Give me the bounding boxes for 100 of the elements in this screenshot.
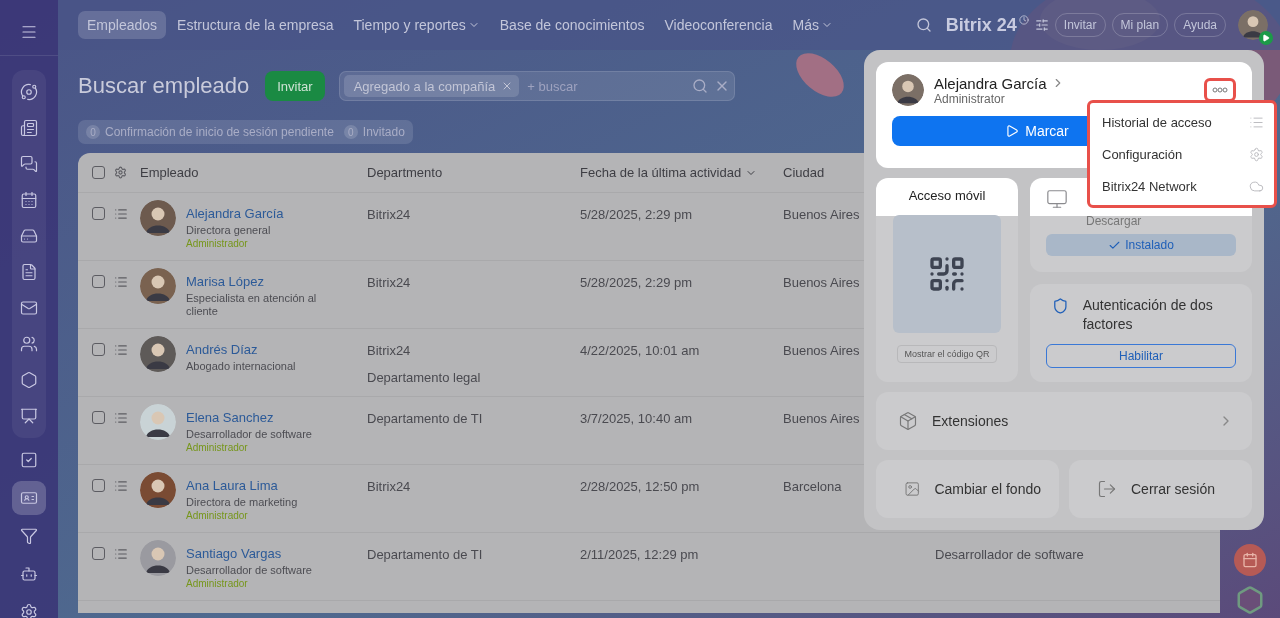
- job-title: Desarrollador de software: [186, 428, 312, 441]
- settings-icon[interactable]: [114, 166, 127, 179]
- search-icon[interactable]: [691, 78, 708, 94]
- table-cell: 4/22/2025, 10:01 am: [580, 343, 700, 358]
- drag-handle-icon[interactable]: [114, 479, 128, 493]
- orbit-icon: [20, 83, 38, 101]
- document-icon: [20, 263, 38, 281]
- table-cell: Buenos Aires: [783, 275, 860, 290]
- installed-button[interactable]: Instalado: [1046, 234, 1236, 256]
- settings-icon: [20, 603, 38, 618]
- employee-name[interactable]: Santiago Vargas: [186, 546, 312, 561]
- nav-tab[interactable]: Empleados: [78, 11, 167, 39]
- sliders-icon[interactable]: [1034, 18, 1049, 32]
- play-badge-icon: [1259, 31, 1273, 45]
- checkbox[interactable]: [92, 166, 105, 179]
- column-header[interactable]: Fecha de la última actividad: [580, 165, 783, 180]
- table-cell: 5/28/2025, 2:29 pm: [580, 275, 693, 290]
- employee-name[interactable]: Ana Laura Lima: [186, 478, 298, 493]
- column-header[interactable]: Empleado: [140, 165, 367, 180]
- bot-icon: [20, 565, 38, 583]
- avatar: [140, 200, 176, 236]
- funnel-icon: [20, 527, 38, 545]
- checkbox[interactable]: [92, 275, 105, 288]
- image-icon: [904, 479, 921, 499]
- search-icon[interactable]: [915, 17, 932, 33]
- shield-icon: [1052, 296, 1069, 316]
- clock-icon: [1018, 15, 1029, 25]
- table-cell: Desarrollador de software: [935, 547, 1084, 562]
- monitor-icon: [1046, 188, 1068, 210]
- table-cell: Buenos Aires: [783, 411, 860, 426]
- action-button[interactable]: Cerrar sesión: [1069, 460, 1252, 518]
- table-cell: Bitrix24: [367, 275, 411, 290]
- calendar-icon: [20, 191, 38, 209]
- checkbox[interactable]: [92, 547, 105, 560]
- employee-name[interactable]: Alejandra García: [186, 206, 284, 221]
- drive-icon: [20, 227, 38, 245]
- table-cell: Barcelona: [783, 479, 842, 494]
- role-label: Administrador: [186, 578, 249, 589]
- employee-name[interactable]: Elena Sanchez: [186, 410, 312, 425]
- nav-tab[interactable]: Más: [783, 11, 842, 39]
- chat-icon: [20, 155, 38, 173]
- card-title: Acceso móvil: [907, 188, 987, 203]
- job-title: Directora general: [186, 224, 272, 237]
- table-cell: Departamento de TI: [367, 411, 483, 426]
- table-cell: 2/28/2025, 12:50 pm: [580, 479, 700, 494]
- user-avatar: [1238, 10, 1268, 40]
- checkbox[interactable]: [92, 479, 105, 492]
- role-label: Administrador: [186, 510, 249, 521]
- job-title: Desarrollador de software: [186, 564, 312, 577]
- nav-tab[interactable]: Videoconferencia: [655, 11, 782, 39]
- avatar: [140, 540, 176, 576]
- mail-icon: [20, 299, 38, 317]
- table-cell: 2/11/2025, 12:29 pm: [580, 547, 699, 562]
- column-header[interactable]: Departmento: [367, 165, 580, 180]
- drag-handle-icon[interactable]: [114, 275, 128, 289]
- search-field[interactable]: Agregado a la compañía + buscar: [338, 71, 735, 101]
- table-cell: Departamento de TI: [367, 547, 483, 562]
- settings-icon: [1249, 146, 1264, 162]
- qr-code-icon: [927, 254, 967, 294]
- people-icon: [20, 335, 38, 353]
- table-cell: Bitrix24: [367, 479, 411, 494]
- menu-item[interactable]: Bitrix24 Network: [1090, 170, 1274, 202]
- action-button[interactable]: Cambiar el fondo: [876, 460, 1059, 518]
- employee-name[interactable]: Marisa López: [186, 274, 336, 289]
- list-icon: [1249, 114, 1264, 130]
- role-label: Administrador: [186, 442, 249, 453]
- logout-icon: [1097, 479, 1117, 499]
- show-qr-button[interactable]: Mostrar el código QR: [897, 345, 997, 363]
- avatar: [140, 404, 176, 440]
- drag-handle-icon[interactable]: [114, 207, 128, 221]
- hexagon-icon: [20, 371, 38, 389]
- checkbox[interactable]: [92, 207, 105, 220]
- table-cell: 3/7/2025, 10:40 am: [580, 411, 693, 426]
- filter-chip[interactable]: Agregado a la compañía: [343, 75, 520, 97]
- table-cell: Bitrix24: [367, 207, 411, 222]
- nav-tab[interactable]: Base de conocimientos: [490, 11, 654, 39]
- job-title: Abogado internacional: [186, 360, 296, 373]
- box-icon: [898, 411, 918, 431]
- table-cell: Bitrix24: [367, 343, 411, 358]
- drag-handle-icon[interactable]: [114, 411, 128, 425]
- profile-name[interactable]: Alejandra García: [934, 74, 1065, 92]
- enable-button[interactable]: Habilitar: [1046, 344, 1236, 368]
- sidebar-item[interactable]: [12, 481, 46, 515]
- checkbox[interactable]: [92, 343, 105, 356]
- role-label: Administrador: [186, 238, 249, 249]
- nav-tab[interactable]: Tiempo y reportes: [344, 11, 489, 39]
- drag-handle-icon[interactable]: [114, 547, 128, 561]
- logo: Bitrix 24: [945, 14, 1017, 36]
- play-icon: [1005, 124, 1020, 138]
- checkbox-icon: [20, 451, 38, 469]
- more-button[interactable]: [1204, 78, 1236, 102]
- card-title: Autenticación de dos factores: [1082, 296, 1214, 334]
- drag-handle-icon[interactable]: [114, 343, 128, 357]
- employee-name[interactable]: Andrés Díaz: [186, 342, 296, 357]
- page-title: Buscar empleado: [78, 73, 250, 99]
- checkbox[interactable]: [92, 411, 105, 424]
- extensions-row[interactable]: Extensiones: [876, 392, 1252, 450]
- avatar: [140, 336, 176, 372]
- invite-button[interactable]: Invitar: [265, 71, 325, 101]
- nav-tab[interactable]: Estructura de la empresa: [168, 11, 343, 39]
